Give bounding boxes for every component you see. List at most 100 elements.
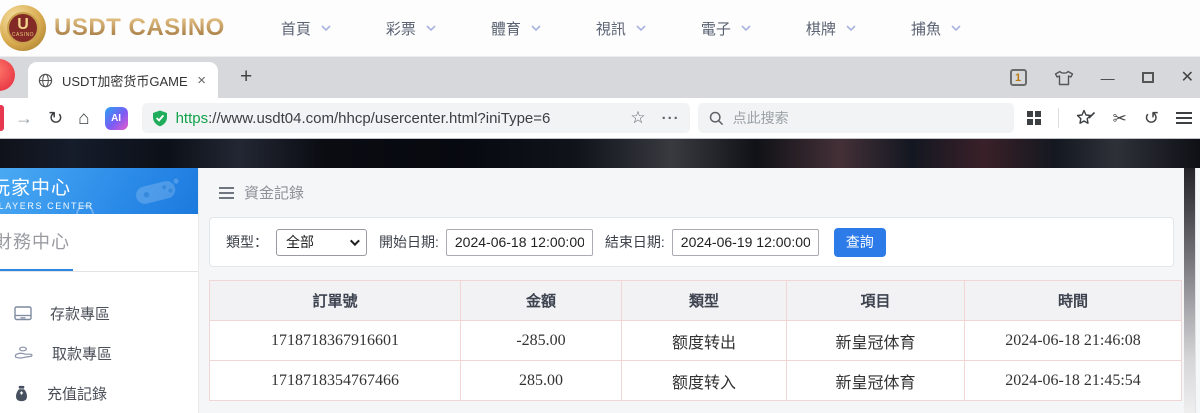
ai-assistant-icon[interactable]: AI <box>104 106 128 130</box>
col-header-item: 項目 <box>786 280 965 321</box>
sidebar-item-label: 充值記錄 <box>47 385 108 403</box>
nav-label: 視訊 <box>595 20 626 38</box>
sidebar-item-deposit[interactable]: 存款專區 <box>0 293 198 333</box>
page-scrollbar[interactable] <box>1195 168 1200 413</box>
cell-order-no: 1718718367916601 <box>209 320 461 361</box>
browser-edge-accent <box>0 105 4 131</box>
cell-order-no: 1718718354767466 <box>209 360 461 401</box>
sidebar-item-withdraw[interactable]: 取款專區 <box>0 333 198 373</box>
coin-logo-icon: U CASINO <box>0 5 46 51</box>
end-date-input[interactable] <box>671 228 819 256</box>
skin-tshirt-icon[interactable] <box>1054 70 1074 86</box>
type-select-value: 全部 <box>286 234 314 250</box>
cell-time: 2024-06-18 21:45:54 <box>964 360 1182 401</box>
url-field[interactable]: https ://www.usdt04.com/hhcp/usercenter.… <box>141 103 690 133</box>
end-date-label: 結束日期: <box>604 234 665 250</box>
sidebar-menu: 存款專區 取款專區 充值記錄 <box>0 293 198 413</box>
table-row: 1718718367916601 -285.00 额度转出 新皇冠体育 2024… <box>209 320 1182 361</box>
tab-close-icon[interactable]: × <box>195 72 208 89</box>
chevron-down-icon <box>531 25 541 32</box>
browser-menu-icon[interactable] <box>1175 112 1192 124</box>
nav-item-fishing[interactable]: 捕魚 <box>911 18 962 39</box>
browser-tab[interactable]: USDT加密货币GAME × <box>28 62 218 98</box>
select-chevron-icon <box>349 235 360 246</box>
nav-item-video[interactable]: 視訊 <box>596 18 647 39</box>
nav-item-slots[interactable]: 電子 <box>701 18 752 39</box>
session-badge[interactable]: 1 <box>1009 69 1027 86</box>
url-protocol: https <box>175 109 209 127</box>
nav-item-home[interactable]: 首頁 <box>281 18 332 39</box>
nav-item-lottery[interactable]: 彩票 <box>386 18 437 39</box>
page-title: 資金記錄 <box>244 185 305 202</box>
coin-sub-text: CASINO <box>11 32 35 38</box>
favorites-star-icon[interactable] <box>1076 109 1096 127</box>
cell-item: 新皇冠体育 <box>786 360 965 401</box>
page-background-banner <box>0 139 1200 168</box>
right-edge <box>1184 168 1200 413</box>
filter-bar: 類型： 全部 開始日期: 結束日期: 查詢 <box>209 217 1174 267</box>
chevron-down-icon <box>636 25 646 32</box>
background-fade <box>1184 168 1195 413</box>
table-header-row: 訂單號 金額 類型 項目 時間 <box>209 280 1182 321</box>
url-text: ://www.usdt04.com/hhcp/usercenter.html?i… <box>208 109 551 127</box>
col-header-order-no: 訂單號 <box>209 280 461 321</box>
col-header-amount: 金額 <box>460 280 622 321</box>
cell-type: 额度转入 <box>621 360 787 401</box>
browser-tab-strip: USDT加密货币GAME × + 1 — ✕ <box>0 57 1200 98</box>
site-logo[interactable]: U CASINO USDT CASINO <box>0 5 225 51</box>
more-actions-icon[interactable]: ··· <box>662 110 680 127</box>
search-icon <box>709 111 723 125</box>
nav-label: 捕魚 <box>910 20 941 38</box>
logo-wordmark: USDT CASINO <box>54 14 225 41</box>
coin-letter: U <box>17 16 29 33</box>
browser-search-box[interactable] <box>697 103 1014 133</box>
new-tab-button[interactable]: + <box>240 65 252 89</box>
finance-center-heading: 財務中心 <box>0 232 70 252</box>
nav-label: 體育 <box>490 20 521 38</box>
search-input[interactable] <box>732 110 1003 126</box>
site-nav: 首頁 彩票 體育 視訊 電子 棋牌 捕魚 <box>281 18 962 39</box>
undo-icon[interactable]: ↺ <box>1144 109 1159 127</box>
start-date-input[interactable] <box>445 228 593 256</box>
sidebar: 玩家中心 PLAYERS CENTER 財務中心 存款專區 取款專區 充值記錄 <box>0 168 198 413</box>
nav-label: 電子 <box>700 20 731 38</box>
sidebar-item-recharge-records[interactable]: 充值記錄 <box>0 373 198 413</box>
site-header: U CASINO USDT CASINO 首頁 彩票 體育 視訊 電子 棋牌 捕… <box>0 0 1200 57</box>
start-date-label: 開始日期: <box>379 234 439 250</box>
nav-item-sports[interactable]: 體育 <box>491 18 542 39</box>
deposit-card-icon <box>14 305 32 320</box>
reload-button[interactable]: ↻ <box>48 109 63 127</box>
query-button[interactable]: 查詢 <box>833 227 886 257</box>
cell-type: 额度转出 <box>621 320 787 361</box>
cell-item: 新皇冠体育 <box>786 320 965 361</box>
chevron-down-icon <box>741 25 751 32</box>
minimize-button[interactable]: — <box>1101 71 1115 85</box>
table-row: 1718718354767466 285.00 额度转入 新皇冠体育 2024-… <box>209 360 1182 401</box>
chevron-down-icon <box>321 25 331 32</box>
type-select[interactable]: 全部 <box>276 228 367 256</box>
nav-item-cards[interactable]: 棋牌 <box>806 18 857 39</box>
nav-label: 首頁 <box>280 20 311 38</box>
apps-grid-icon[interactable] <box>1026 111 1041 125</box>
section-underline <box>0 269 198 272</box>
cell-amount: 285.00 <box>460 360 622 401</box>
bookmark-star-icon[interactable]: ☆ <box>630 108 645 128</box>
globe-icon <box>38 73 53 87</box>
close-window-button[interactable]: ✕ <box>1181 69 1194 86</box>
cell-amount: -285.00 <box>460 320 622 361</box>
records-list-icon <box>219 186 234 199</box>
forward-button[interactable]: → <box>15 109 33 127</box>
col-header-type: 類型 <box>621 280 787 321</box>
chevron-down-icon <box>846 25 856 32</box>
sidebar-item-label: 存款專區 <box>50 305 111 323</box>
main-panel: 資金記錄 類型： 全部 開始日期: 結束日期: 查詢 訂單號 金額 類型 <box>198 168 1184 413</box>
maximize-button[interactable] <box>1141 72 1154 83</box>
screenshot-scissors-icon[interactable]: ✂ <box>1113 110 1127 127</box>
hand-coin-icon <box>14 346 33 359</box>
toolbar-divider <box>1057 108 1059 128</box>
security-shield-icon <box>152 110 167 126</box>
home-button[interactable]: ⌂ <box>78 109 89 128</box>
page-content: 玩家中心 PLAYERS CENTER 財務中心 存款專區 取款專區 充值記錄 … <box>0 139 1200 413</box>
tab-title: USDT加密货币GAME <box>62 73 188 89</box>
chevron-down-icon <box>951 25 961 32</box>
